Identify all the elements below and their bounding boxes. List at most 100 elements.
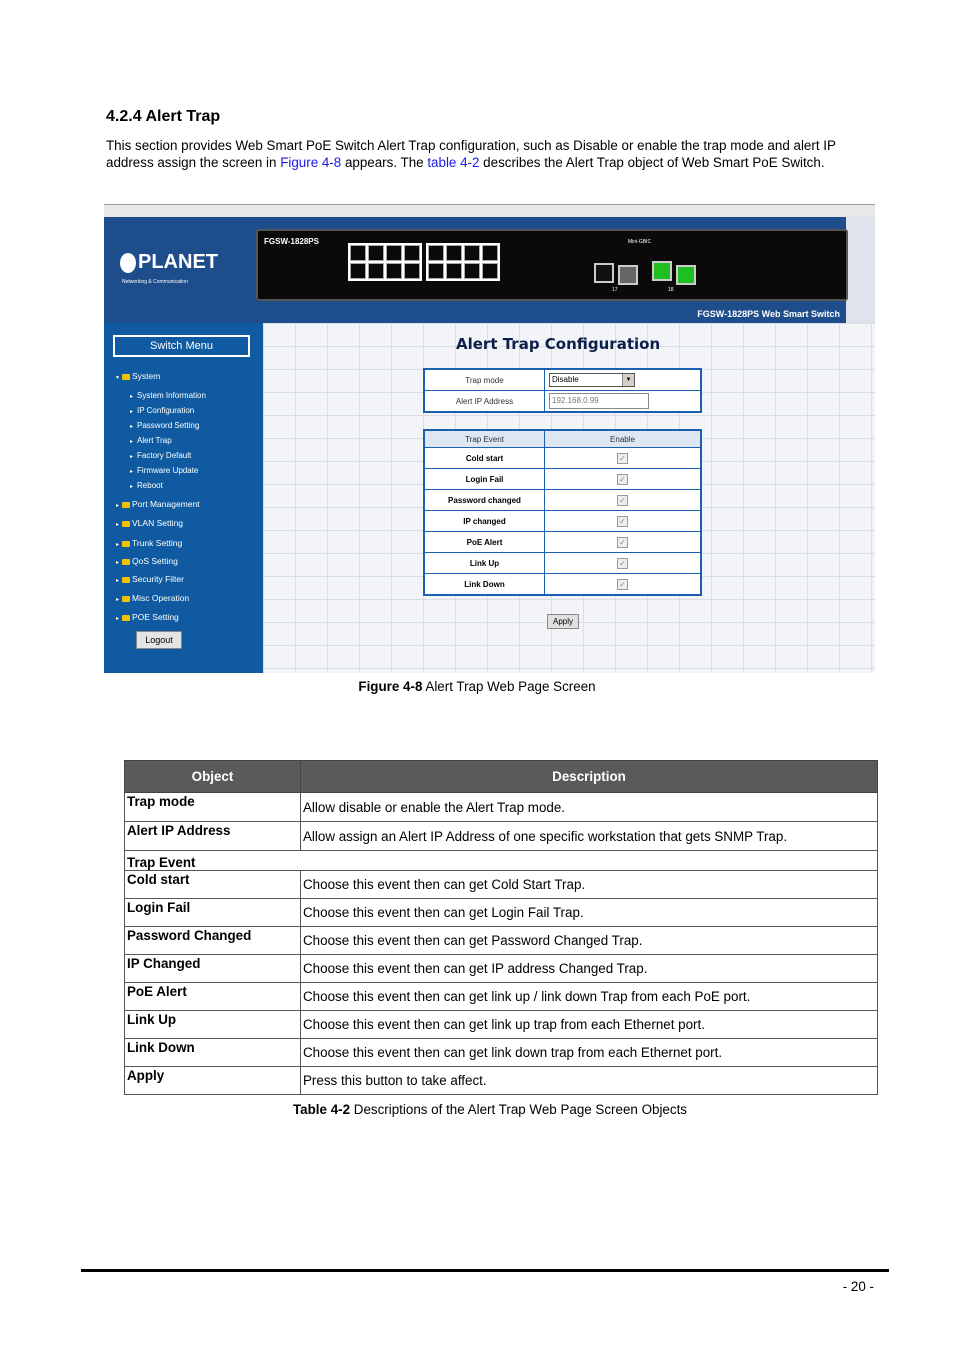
table-row: IP Changed Choose this event then can get… xyxy=(124,954,878,983)
device-panel: FGSW-1828PS Mini-GBIC 17 18 xyxy=(256,229,848,301)
menu-group[interactable]: ▸ Trunk Setting xyxy=(116,538,182,548)
sfp-port-icon xyxy=(618,265,638,285)
port-icon xyxy=(350,263,366,279)
trap-mode-label: Trap mode xyxy=(423,368,545,391)
sfp-port-icon xyxy=(594,263,614,283)
menu-group[interactable]: ▸ Port Management xyxy=(116,499,200,509)
menu-group[interactable]: ▸ POE Setting xyxy=(116,612,179,622)
triangle-right-icon: ▸ xyxy=(130,469,134,475)
port-icon xyxy=(350,245,366,261)
port-icon xyxy=(464,245,480,261)
submenu-item[interactable]: ▸ System Information xyxy=(130,391,206,400)
port-icon xyxy=(446,245,462,261)
port-icon xyxy=(482,245,498,261)
apply-button[interactable]: Apply xyxy=(547,614,579,629)
table-row: Link Down Choose this event then can get … xyxy=(124,1038,878,1067)
alert-ip-input[interactable]: 192.168.0.99 xyxy=(549,393,649,409)
event-checkbox[interactable]: ✓ xyxy=(617,494,628,506)
object-cell: PoE Alert xyxy=(124,982,301,1011)
submenu-item[interactable]: ▸ Reboot xyxy=(130,481,163,490)
logo: PLANET xyxy=(138,251,218,273)
object-cell: Link Up xyxy=(124,1010,301,1039)
menu-label: Misc Operation xyxy=(132,593,190,603)
folder-icon xyxy=(122,373,130,380)
alert-ip-label: Alert IP Address xyxy=(423,390,545,413)
menu-group[interactable]: ▸ QoS Setting xyxy=(116,556,178,566)
table-caption: Table 4-2 Descriptions of the Alert Trap… xyxy=(0,1102,954,1117)
submenu-label: Factory Default xyxy=(137,451,192,460)
description-cell: Allow disable or enable the Alert Trap m… xyxy=(300,792,878,822)
event-row: Password changed ✓ xyxy=(423,489,702,511)
submenu-label: Reboot xyxy=(137,481,163,490)
event-row: Link Up ✓ xyxy=(423,552,702,574)
figure-caption-text: Alert Trap Web Page Screen xyxy=(422,679,596,694)
figure-label: Figure 4-8 xyxy=(358,679,423,694)
folder-icon xyxy=(122,520,130,527)
sidebar: Switch Menu ▾ System ▸ System Information … xyxy=(104,323,263,673)
event-checkbox[interactable]: ✓ xyxy=(617,578,628,590)
logout-button[interactable]: Logout xyxy=(136,631,182,649)
trap-event-header: Trap Event xyxy=(423,429,545,448)
event-checkbox[interactable]: ✓ xyxy=(617,536,628,548)
event-name: Link Down xyxy=(423,573,545,596)
event-name: Login Fail xyxy=(423,468,545,490)
description-table: Object Description Trap mode Allow disabl… xyxy=(124,760,878,1095)
model-label: FGSW-1828PS Web Smart Switch xyxy=(697,309,840,319)
description-cell: Press this button to take affect. xyxy=(300,1066,878,1095)
menu-group[interactable]: ▸ Misc Operation xyxy=(116,593,189,603)
folder-icon xyxy=(122,576,130,583)
trap-mode-select[interactable]: Disable ▼ xyxy=(549,373,635,387)
screenshot-figure: PLANET Networking & Communication FGSW-1… xyxy=(104,204,875,673)
triangle-right-icon: ▸ xyxy=(130,454,134,460)
table-caption-text: Descriptions of the Alert Trap Web Page … xyxy=(350,1102,687,1117)
dropdown-arrow-icon: ▼ xyxy=(622,374,634,386)
event-checkbox[interactable]: ✓ xyxy=(617,515,628,527)
planet-logo-icon xyxy=(120,253,136,273)
submenu-item[interactable]: ▸ Factory Default xyxy=(130,451,191,460)
object-cell: Apply xyxy=(124,1066,301,1095)
trap-mode-cell: Disable ▼ xyxy=(544,368,702,391)
header-banner: PLANET Networking & Communication FGSW-1… xyxy=(104,217,848,323)
switch-menu-title: Switch Menu xyxy=(113,335,250,357)
submenu-label: Alert Trap xyxy=(137,436,172,445)
folder-icon xyxy=(122,501,130,508)
description-cell: Choose this event then can get link up t… xyxy=(300,1010,878,1039)
description-cell: Choose this event then can get Password … xyxy=(300,926,878,955)
port-group-2 xyxy=(426,243,500,281)
table-row: Apply Press this button to take affect. xyxy=(124,1066,878,1095)
event-checkbox[interactable]: ✓ xyxy=(617,557,628,569)
browser-top-bar xyxy=(104,205,875,217)
event-checkbox[interactable]: ✓ xyxy=(617,452,628,464)
submenu-item[interactable]: ▸ Firmware Update xyxy=(130,466,198,475)
folder-icon xyxy=(122,595,130,602)
figure-link[interactable]: Figure 4-8 xyxy=(280,155,341,170)
event-name: Cold start xyxy=(423,447,545,469)
menu-system[interactable]: ▾ System xyxy=(116,371,160,381)
port-icon xyxy=(386,263,402,279)
submenu-label: System Information xyxy=(137,391,206,400)
folder-icon xyxy=(122,614,130,621)
object-cell: Password Changed xyxy=(124,926,301,955)
table-link[interactable]: table 4-2 xyxy=(427,155,479,170)
submenu-label: Password Setting xyxy=(137,421,200,430)
table-row: Cold start Choose this event then can get… xyxy=(124,870,878,899)
menu-group[interactable]: ▸ VLAN Setting xyxy=(116,518,183,528)
table-row: Login Fail Choose this event then can get… xyxy=(124,898,878,927)
menu-label: System xyxy=(132,371,161,381)
submenu-label: IP Configuration xyxy=(137,406,195,415)
port-icon xyxy=(368,245,384,261)
trap-settings-table: Trap mode Disable ▼ Alert IP Address 192.… xyxy=(423,368,702,413)
menu-group[interactable]: ▸ Security Filter xyxy=(116,574,184,584)
object-cell: Link Down xyxy=(124,1038,301,1067)
submenu-item[interactable]: ▸ Alert Trap xyxy=(130,436,172,445)
folder-icon xyxy=(122,558,130,565)
event-checkbox[interactable]: ✓ xyxy=(617,473,628,485)
submenu-item[interactable]: ▸ IP Configuration xyxy=(130,406,194,415)
port-icon xyxy=(428,263,444,279)
table-label: Table 4-2 xyxy=(293,1102,351,1117)
submenu-item[interactable]: ▸ Password Setting xyxy=(130,421,199,430)
sfp-number: 17 xyxy=(612,287,618,293)
intro-text-2: appears. The xyxy=(341,155,428,170)
table-row: Trap mode Allow disable or enable the Ale… xyxy=(124,792,878,822)
triangle-right-icon: ▸ xyxy=(130,439,134,445)
